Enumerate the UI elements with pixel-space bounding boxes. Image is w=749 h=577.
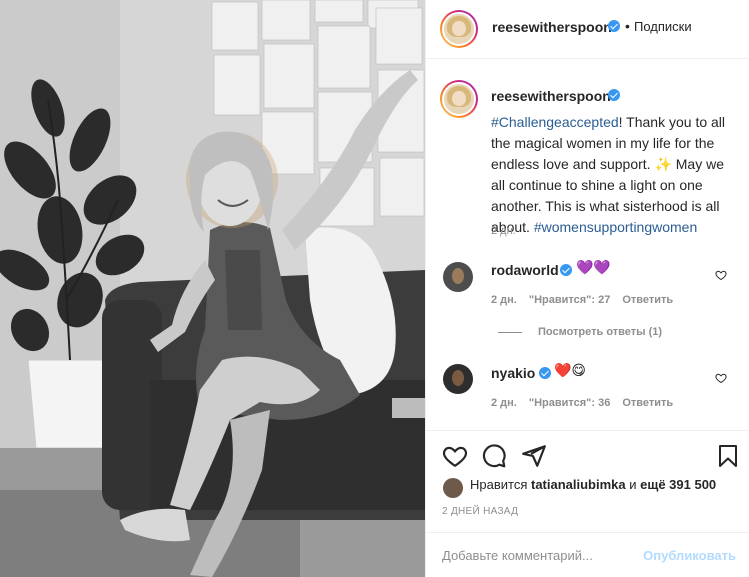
publish-button[interactable]: Опубликовать: [643, 548, 736, 563]
post-header: reesewitherspoon • Подписки: [426, 0, 749, 59]
verified-badge-icon: [608, 20, 620, 32]
hashtag-link[interactable]: #Challengeaccepted: [491, 114, 619, 130]
liker-username[interactable]: tatianaliubimka: [531, 477, 626, 492]
comment-username[interactable]: nyakio: [491, 365, 535, 381]
likes-summary[interactable]: Нравится tatianaliubimka и ещё 391 500: [470, 477, 716, 492]
comment-likes[interactable]: "Нравится": 36: [529, 397, 610, 409]
post-actions-bar: [426, 430, 749, 470]
comment-username[interactable]: rodaworld: [491, 262, 559, 278]
comment-text: 💜💜: [576, 259, 611, 275]
add-comment-bar: Добавьте комментарий... Опубликовать: [426, 532, 749, 577]
verified-badge-icon: [539, 367, 551, 379]
comment-like-heart-icon[interactable]: [715, 269, 727, 281]
bookmark-icon[interactable]: [716, 443, 740, 469]
author-username[interactable]: reesewitherspoon: [492, 19, 612, 35]
post-side-panel: reesewitherspoon • Подписки reesewithers…: [425, 0, 749, 577]
comment-input[interactable]: Добавьте комментарий...: [442, 548, 593, 563]
caption-timestamp: 2 дн.: [491, 225, 516, 237]
view-replies-button[interactable]: Посмотреть ответы (1): [498, 326, 662, 338]
caption-author-avatar[interactable]: [440, 80, 478, 118]
commenter-avatar[interactable]: [443, 262, 473, 292]
share-icon[interactable]: [521, 443, 547, 469]
comment-meta: 2 дн. "Нравится": 36 Ответить: [491, 397, 685, 409]
likes-middle: и: [625, 477, 641, 492]
hashtag-link[interactable]: #womensupportingwomen: [534, 219, 697, 235]
post-photo[interactable]: [0, 0, 425, 577]
likes-count[interactable]: ещё 391 500: [640, 477, 716, 492]
liker-avatar[interactable]: [443, 478, 463, 498]
post-date: 2 ДНЕЙ НАЗАД: [442, 506, 519, 517]
header-separator: •: [625, 18, 630, 34]
verified-badge-icon: [560, 264, 572, 276]
caption-text: #Challengeaccepted! Thank you to all the…: [491, 112, 739, 238]
verified-badge-icon: [608, 89, 620, 101]
comment-like-heart-icon[interactable]: [715, 372, 727, 384]
comment-icon[interactable]: [481, 443, 507, 469]
view-replies-label: Посмотреть ответы (1): [538, 326, 663, 338]
likes-prefix: Нравится: [470, 477, 531, 492]
author-avatar[interactable]: [440, 10, 478, 48]
comment-text: ❤️😋: [554, 362, 587, 378]
comment-likes[interactable]: "Нравится": 27: [529, 294, 610, 306]
heart-icon[interactable]: [442, 443, 468, 469]
commenter-avatar[interactable]: [443, 364, 473, 394]
caption-body: ! Thank you to all the magical women in …: [491, 114, 726, 235]
reply-button[interactable]: Ответить: [622, 294, 673, 306]
comment-meta: 2 дн. "Нравится": 27 Ответить: [491, 294, 685, 306]
following-button[interactable]: Подписки: [634, 19, 692, 34]
comment-timestamp: 2 дн.: [491, 397, 517, 409]
reply-button[interactable]: Ответить: [622, 397, 673, 409]
caption-author-username[interactable]: reesewitherspoon: [491, 88, 611, 104]
post-photo-illustration: [0, 0, 425, 577]
comment-timestamp: 2 дн.: [491, 294, 517, 306]
